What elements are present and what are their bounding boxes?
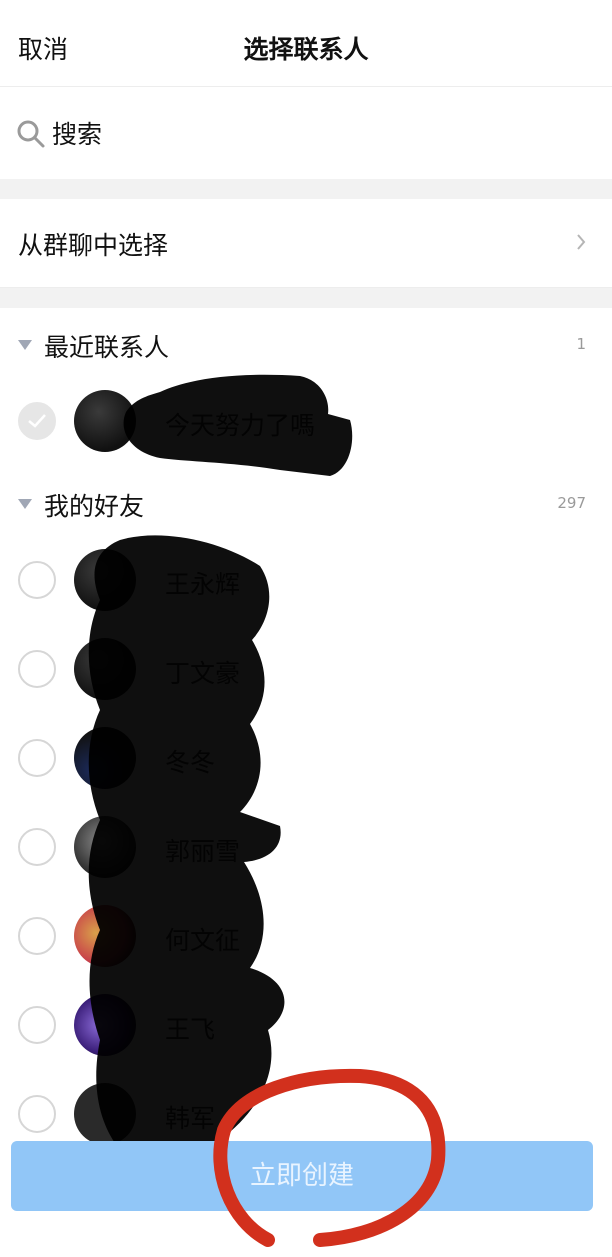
checkbox[interactable] [18,1095,56,1133]
contact-name: 王永辉 [165,570,241,599]
friends-label: 我的好友 [44,492,145,521]
checkbox[interactable] [18,828,56,866]
contact-row[interactable]: 郭丽雪 [0,804,612,892]
chevron-right-icon [577,234,586,250]
contact-row[interactable]: 丁文豪 [0,626,612,714]
avatar [74,905,136,967]
recent-contacts-label: 最近联系人 [44,333,170,362]
contact-row[interactable]: 冬冬 [0,715,612,803]
collapse-triangle-icon [18,340,32,350]
checkbox[interactable] [18,917,56,955]
contact-name: 丁文豪 [165,659,241,688]
contact-name: 韩军 [165,1104,216,1133]
contact-row[interactable]: 今天努力了嗎 [0,378,612,466]
avatar [74,994,136,1056]
contact-name: 今天努力了嗎 [165,411,316,440]
check-icon [28,414,46,428]
checkbox[interactable] [18,650,56,688]
collapse-triangle-icon [18,499,32,509]
avatar [74,390,136,452]
contact-name: 冬冬 [165,748,216,777]
search-bar [0,87,612,179]
contact-name: 何文征 [165,926,241,955]
checkbox[interactable] [18,561,56,599]
friends-count: 297 [557,494,586,512]
search-input[interactable] [50,113,594,155]
avatar [74,1083,136,1145]
group-chat-label: 从群聊中选择 [18,231,169,260]
section-divider [0,179,612,199]
nav-header: 取消 选择联系人 [0,0,612,87]
contact-row[interactable]: 王飞 [0,982,612,1070]
contact-name: 王飞 [165,1015,216,1044]
avatar [74,638,136,700]
create-now-button[interactable]: 立即创建 [11,1141,593,1211]
recent-contacts-header[interactable]: 最近联系人 1 [0,313,612,373]
checkbox[interactable] [18,1006,56,1044]
contact-row[interactable]: 王永辉 [0,537,612,625]
section-divider [0,288,612,308]
avatar [74,816,136,878]
search-icon [17,120,45,148]
select-from-group-chat[interactable]: 从群聊中选择 [0,199,612,288]
checkbox[interactable] [18,739,56,777]
contact-name: 郭丽雪 [165,837,241,866]
avatar [74,727,136,789]
page-title: 选择联系人 [243,35,369,64]
recent-contacts-count: 1 [576,335,586,353]
avatar [74,549,136,611]
friends-header[interactable]: 我的好友 297 [0,472,612,532]
contact-row[interactable]: 何文征 [0,893,612,981]
checkbox-checked[interactable] [18,402,56,440]
